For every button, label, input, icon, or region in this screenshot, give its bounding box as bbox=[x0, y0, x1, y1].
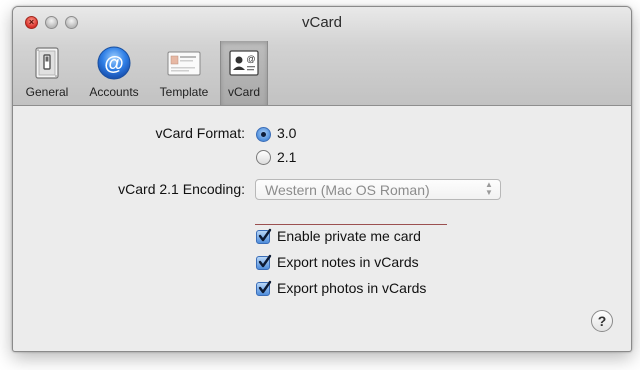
checkmark-icon bbox=[258, 254, 272, 268]
toolbar-item-label: Template bbox=[159, 85, 209, 99]
format-radio-2-1[interactable] bbox=[256, 150, 271, 165]
enable-private-me-card-checkbox[interactable] bbox=[256, 228, 272, 244]
export-photos-label: Export photos in vCards bbox=[277, 280, 427, 296]
export-notes-label: Export notes in vCards bbox=[277, 254, 419, 270]
at-sign-icon: @ bbox=[97, 46, 131, 80]
enable-private-me-card-label: Enable private me card bbox=[277, 228, 421, 244]
format-radio-3-0[interactable] bbox=[256, 127, 271, 142]
toolbar-item-general[interactable]: General bbox=[19, 41, 75, 105]
checkmark-icon bbox=[258, 228, 272, 242]
vcard-format-label: vCard Format: bbox=[155, 125, 245, 141]
help-button[interactable]: ? bbox=[591, 310, 613, 332]
window-title: vCard bbox=[301, 14, 342, 31]
encoding-select-value: Western (Mac OS Roman) bbox=[265, 182, 430, 198]
export-notes-checkbox[interactable] bbox=[256, 254, 272, 270]
checkmark-icon bbox=[258, 280, 272, 294]
toolbar-item-template[interactable]: Template bbox=[151, 41, 217, 105]
titlebar: × vCard General @ Accounts Template @ vC… bbox=[13, 7, 631, 106]
vcard-preferences-pane: vCard Format: 3.0 2.1 vCard 2.1 Encoding… bbox=[13, 106, 631, 351]
vcard-icon: @ bbox=[229, 50, 259, 76]
toolbar-item-accounts[interactable]: @ Accounts bbox=[81, 41, 147, 105]
toolbar-item-label: vCard bbox=[227, 85, 260, 99]
encoding-select[interactable]: Western (Mac OS Roman) ▲ ▼ bbox=[255, 179, 501, 200]
svg-text:@: @ bbox=[246, 54, 255, 64]
focus-underline bbox=[255, 224, 447, 225]
switch-icon bbox=[35, 47, 59, 79]
encoding-label: vCard 2.1 Encoding: bbox=[118, 181, 245, 197]
toolbar-item-label: Accounts bbox=[89, 85, 139, 99]
toolbar-item-label: General bbox=[25, 85, 69, 99]
format-option-3-0-label: 3.0 bbox=[277, 125, 297, 141]
card-template-icon bbox=[167, 51, 201, 76]
format-option-2-1-label: 2.1 bbox=[277, 149, 297, 165]
toolbar-item-vcard[interactable]: @ vCard bbox=[220, 41, 268, 105]
export-photos-checkbox[interactable] bbox=[256, 280, 272, 296]
up-down-arrows-icon: ▲ ▼ bbox=[485, 180, 493, 197]
preferences-window: × vCard General @ Accounts Template @ vC… bbox=[12, 6, 632, 352]
svg-text:@: @ bbox=[104, 53, 124, 75]
